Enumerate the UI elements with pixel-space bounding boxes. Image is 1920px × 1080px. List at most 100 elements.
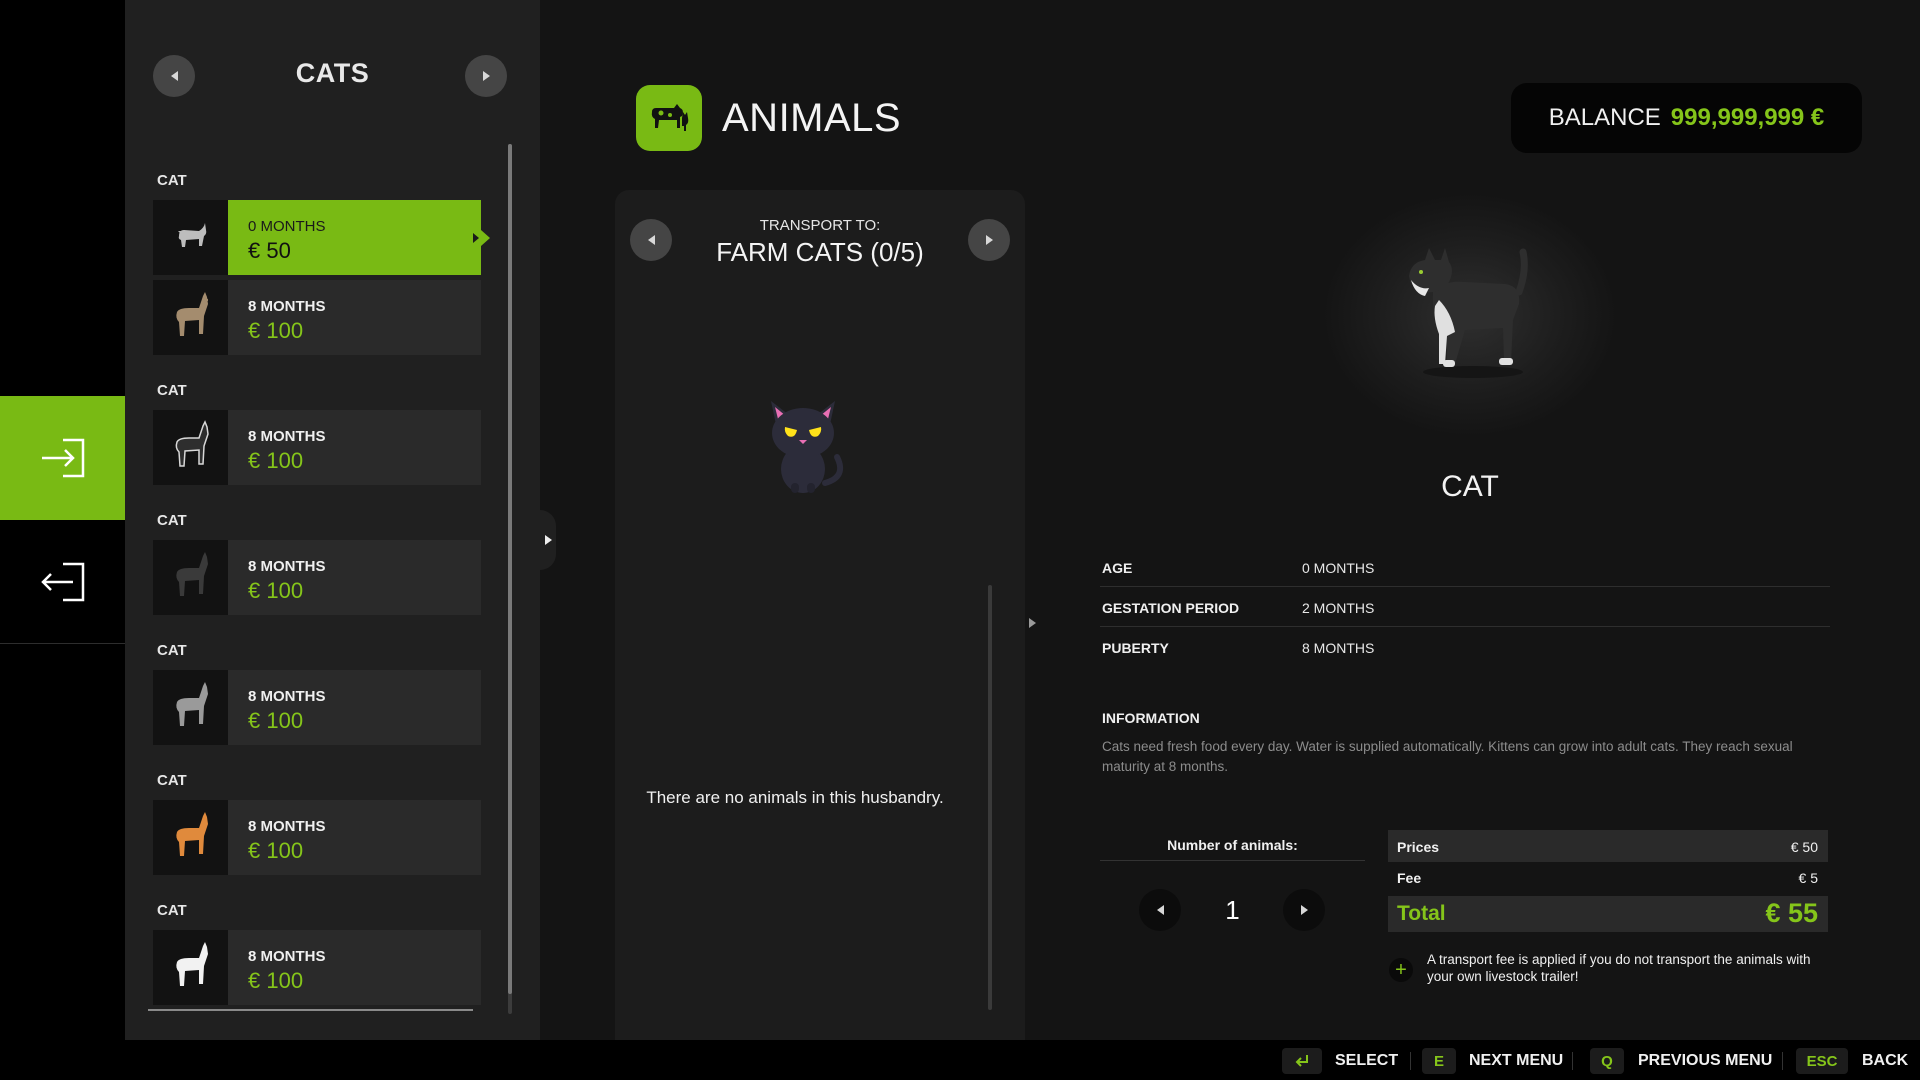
husbandry-panel: TRANSPORT TO: FARM CATS (0/5) There are … [615,190,1025,1040]
attribute-key: GESTATION PERIOD [1102,600,1240,616]
list-collapse-toggle[interactable] [540,510,556,570]
group-label: CAT [157,172,187,189]
decrease-quantity-button[interactable] [1139,889,1181,931]
animal-list-item[interactable]: 8 MONTHS € 100 [153,540,481,615]
list-end-divider [148,1009,473,1011]
previous-menu-hotkey[interactable]: Q [1590,1048,1624,1074]
next-category-button[interactable] [465,55,507,97]
animal-price: € 100 [248,708,304,733]
animal-age: 8 MONTHS [248,428,326,445]
quantity-label: Number of animals: [1167,837,1298,853]
enter-key-icon [1295,1055,1308,1067]
group-label: CAT [157,382,187,399]
animal-thumbnail [153,540,228,615]
hotkey-divider [1782,1052,1783,1070]
transport-target: FARM CATS (0/5) [716,237,924,267]
information-heading: INFORMATION [1102,710,1200,726]
total-value: € 55 [1765,898,1818,928]
prices-row: Prices € 50 [1388,830,1828,862]
sell-mode-button[interactable] [0,520,125,644]
animal-list-item[interactable]: 8 MONTHS € 100 [153,280,481,355]
animal-name: CAT [1441,470,1499,503]
attribute-value: 0 MONTHS [1302,560,1375,576]
cat-thumbnail-icon [175,681,208,726]
group-label: CAT [157,642,187,659]
chevron-left-icon [1156,905,1164,915]
animal-list-item[interactable]: 8 MONTHS € 100 [153,410,481,485]
hotkey-bar: SELECT E NEXT MENU Q PREVIOUS MENU ESC B… [0,1040,1920,1080]
group-label: CAT [157,902,187,919]
animal-price: € 100 [248,968,304,993]
page-title: ANIMALS [722,96,902,140]
plus-icon: + [1389,958,1413,982]
select-hotkey[interactable] [1282,1048,1322,1074]
animal-list-item[interactable]: 0 MONTHS € 50 [153,200,490,275]
husbandry-scrollbar[interactable] [988,585,992,1010]
next-menu-hotkey-label: NEXT MENU [1469,1052,1564,1069]
fee-label: Fee [1397,870,1422,886]
chevron-right-icon [985,235,993,245]
attribute-key: PUBERTY [1102,640,1169,656]
animal-price: € 100 [248,578,304,603]
quantity-value: 1 [1225,895,1240,925]
quantity-divider [1100,860,1365,861]
cat-thumbnail-icon [175,419,209,467]
animal-price: € 100 [248,318,304,343]
group-label: CAT [157,772,187,789]
cat-thumbnail-icon [175,291,208,336]
increase-quantity-button[interactable] [1283,889,1325,931]
animal-thumbnail [153,930,228,1005]
cow-cat-icon [651,104,689,131]
buy-mode-button[interactable] [0,396,134,520]
list-scrollbar-thumb[interactable] [508,144,512,994]
animal-thumbnail [153,280,228,355]
information-text: Cats need fresh food every day. Water is… [1102,739,1793,774]
attribute-row: PUBERTY 8 MONTHS [1100,627,1830,667]
attribute-row: GESTATION PERIOD 2 MONTHS [1100,587,1830,627]
cat-thumbnail-icon [177,222,206,247]
animal-list-item[interactable]: 8 MONTHS € 100 [153,670,481,745]
chevron-right-icon [1300,905,1308,915]
balance-label: BALANCE [1548,104,1661,131]
previous-menu-hotkey-label: PREVIOUS MENU [1638,1052,1773,1069]
animal-age: 0 MONTHS [248,218,326,235]
fee-row: Fee € 5 [1388,864,1828,894]
prices-label: Prices [1397,839,1440,855]
chevron-right-icon [482,71,490,81]
attribute-key: AGE [1102,560,1133,576]
animal-age: 8 MONTHS [248,688,326,705]
hotkey-divider [1410,1052,1411,1070]
chevron-right-icon [544,535,552,545]
attribute-value: 2 MONTHS [1302,600,1375,616]
fee-value: € 5 [1798,870,1818,886]
list-scrollbar[interactable] [508,144,512,1014]
husbandry-collapse-toggle[interactable] [1025,610,1039,636]
animal-price: € 100 [248,448,304,473]
attribute-value: 8 MONTHS [1302,640,1375,656]
next-husbandry-button[interactable] [968,219,1010,261]
animal-thumbnail [153,200,228,275]
chevron-right-icon [1028,618,1036,628]
animal-age: 8 MONTHS [248,818,326,835]
animal-thumbnail [153,410,228,485]
hotkey-divider [1572,1052,1573,1070]
animal-list-panel: CATS [125,0,540,1040]
transport-label: TRANSPORT TO: [759,217,881,234]
animal-list-item[interactable]: 8 MONTHS € 100 [153,800,481,875]
animal-preview-image [1395,240,1545,385]
cat-mascot-icon [765,385,849,502]
animal-age: 8 MONTHS [248,558,326,575]
balance-display: BALANCE 999,999,999 € [1511,83,1862,153]
balance-value: 999,999,999 € [1670,104,1825,131]
back-hotkey-label: BACK [1862,1052,1909,1069]
animal-age: 8 MONTHS [248,298,326,315]
animals-icon [636,85,702,151]
back-hotkey[interactable]: ESC [1796,1048,1848,1074]
cat-thumbnail-icon [175,811,208,856]
attribute-row: AGE 0 MONTHS [1100,547,1830,587]
animal-list-item[interactable]: 8 MONTHS € 100 [153,930,481,1005]
animal-age: 8 MONTHS [248,948,326,965]
selected-indicator-icon [473,233,479,243]
next-menu-hotkey[interactable]: E [1422,1048,1456,1074]
empty-husbandry-message: There are no animals in this husbandry. [646,788,944,807]
